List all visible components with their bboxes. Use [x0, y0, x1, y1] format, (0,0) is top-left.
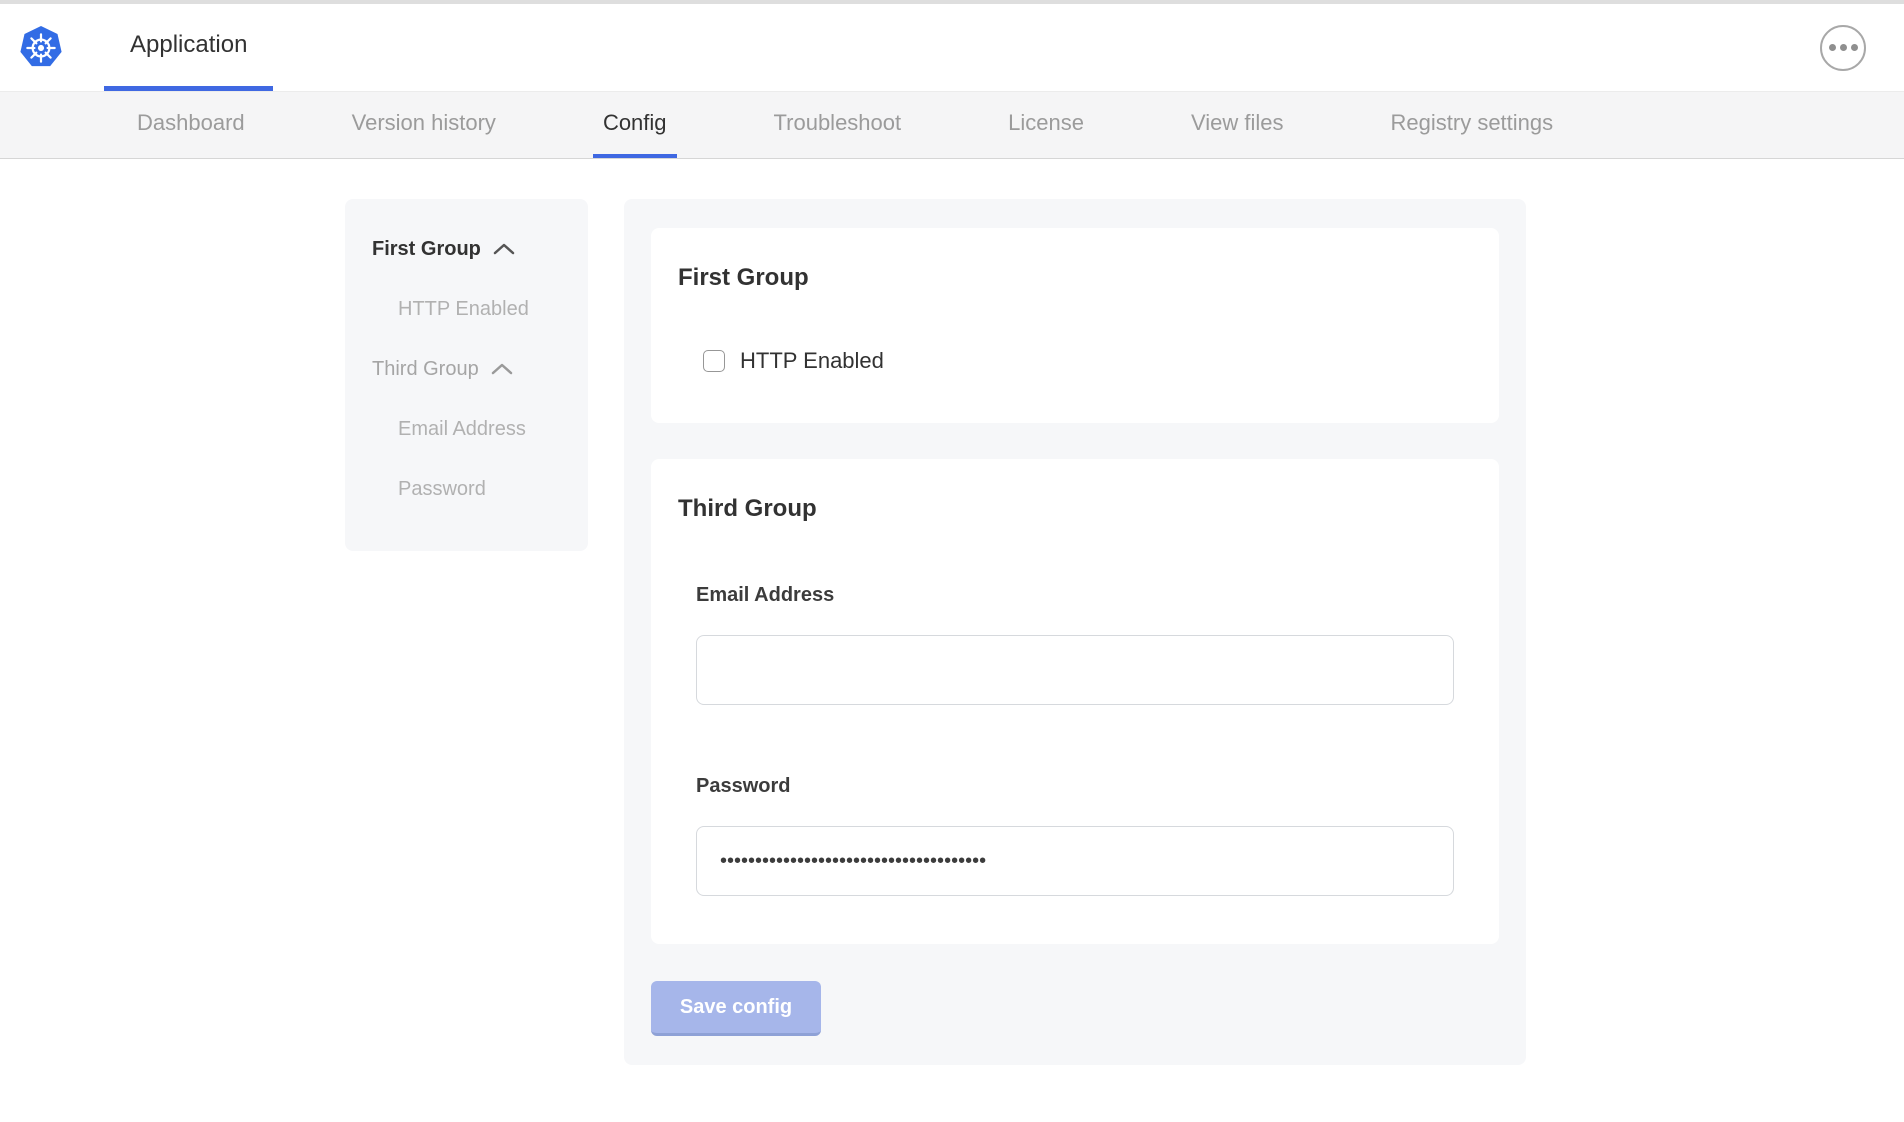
password-label: Password — [696, 772, 1472, 800]
tab-troubleshoot[interactable]: Troubleshoot — [764, 92, 912, 158]
chevron-up-icon — [493, 242, 515, 256]
config-nav: Dashboard Version history Config Trouble… — [0, 91, 1904, 159]
chevron-up-icon — [491, 362, 513, 376]
sidebar-item-http-enabled[interactable]: HTTP Enabled — [345, 289, 588, 329]
email-address-field[interactable] — [696, 635, 1454, 705]
config-group-third: Third Group Email Address Password — [651, 459, 1499, 944]
kubernetes-logo — [19, 4, 63, 91]
sidebar-item-label: Email Address — [398, 418, 526, 441]
checkbox-label: HTTP Enabled — [740, 348, 884, 374]
app-header: Application — [0, 4, 1904, 91]
tab-config[interactable]: Config — [593, 92, 677, 158]
sidebar-item-email-address[interactable]: Email Address — [345, 409, 588, 449]
sidebar-item-password[interactable]: Password — [345, 469, 588, 509]
sidebar-item-third-group[interactable]: Third Group — [345, 349, 588, 389]
sidebar-item-first-group[interactable]: First Group — [345, 229, 588, 269]
http-enabled-checkbox[interactable] — [703, 350, 725, 372]
save-config-button[interactable]: Save config — [651, 981, 821, 1036]
http-enabled-row[interactable]: HTTP Enabled — [703, 348, 1472, 374]
password-field[interactable] — [696, 826, 1454, 896]
app-tab-application[interactable]: Application — [104, 4, 273, 91]
config-panel: First Group HTTP Enabled Third Group Ema… — [624, 199, 1526, 1065]
tab-version-history[interactable]: Version history — [342, 92, 506, 158]
group-title: Third Group — [678, 495, 1472, 523]
config-sidebar: First Group HTTP Enabled Third Group Ema… — [345, 199, 588, 551]
tab-registry-settings[interactable]: Registry settings — [1381, 92, 1564, 158]
tab-license[interactable]: License — [998, 92, 1094, 158]
kubernetes-logo-icon — [19, 24, 63, 72]
tab-dashboard[interactable]: Dashboard — [127, 92, 255, 158]
config-group-first: First Group HTTP Enabled — [651, 228, 1499, 423]
sidebar-item-label: HTTP Enabled — [398, 298, 529, 321]
group-title: First Group — [678, 264, 1472, 292]
sidebar-item-label: Password — [398, 478, 486, 501]
sidebar-item-label: Third Group — [372, 358, 479, 381]
config-page: First Group HTTP Enabled Third Group Ema… — [0, 159, 1904, 1065]
sidebar-item-label: First Group — [372, 238, 481, 261]
email-address-label: Email Address — [696, 581, 1472, 609]
tab-view-files[interactable]: View files — [1181, 92, 1294, 158]
ellipsis-icon[interactable] — [1820, 25, 1866, 71]
